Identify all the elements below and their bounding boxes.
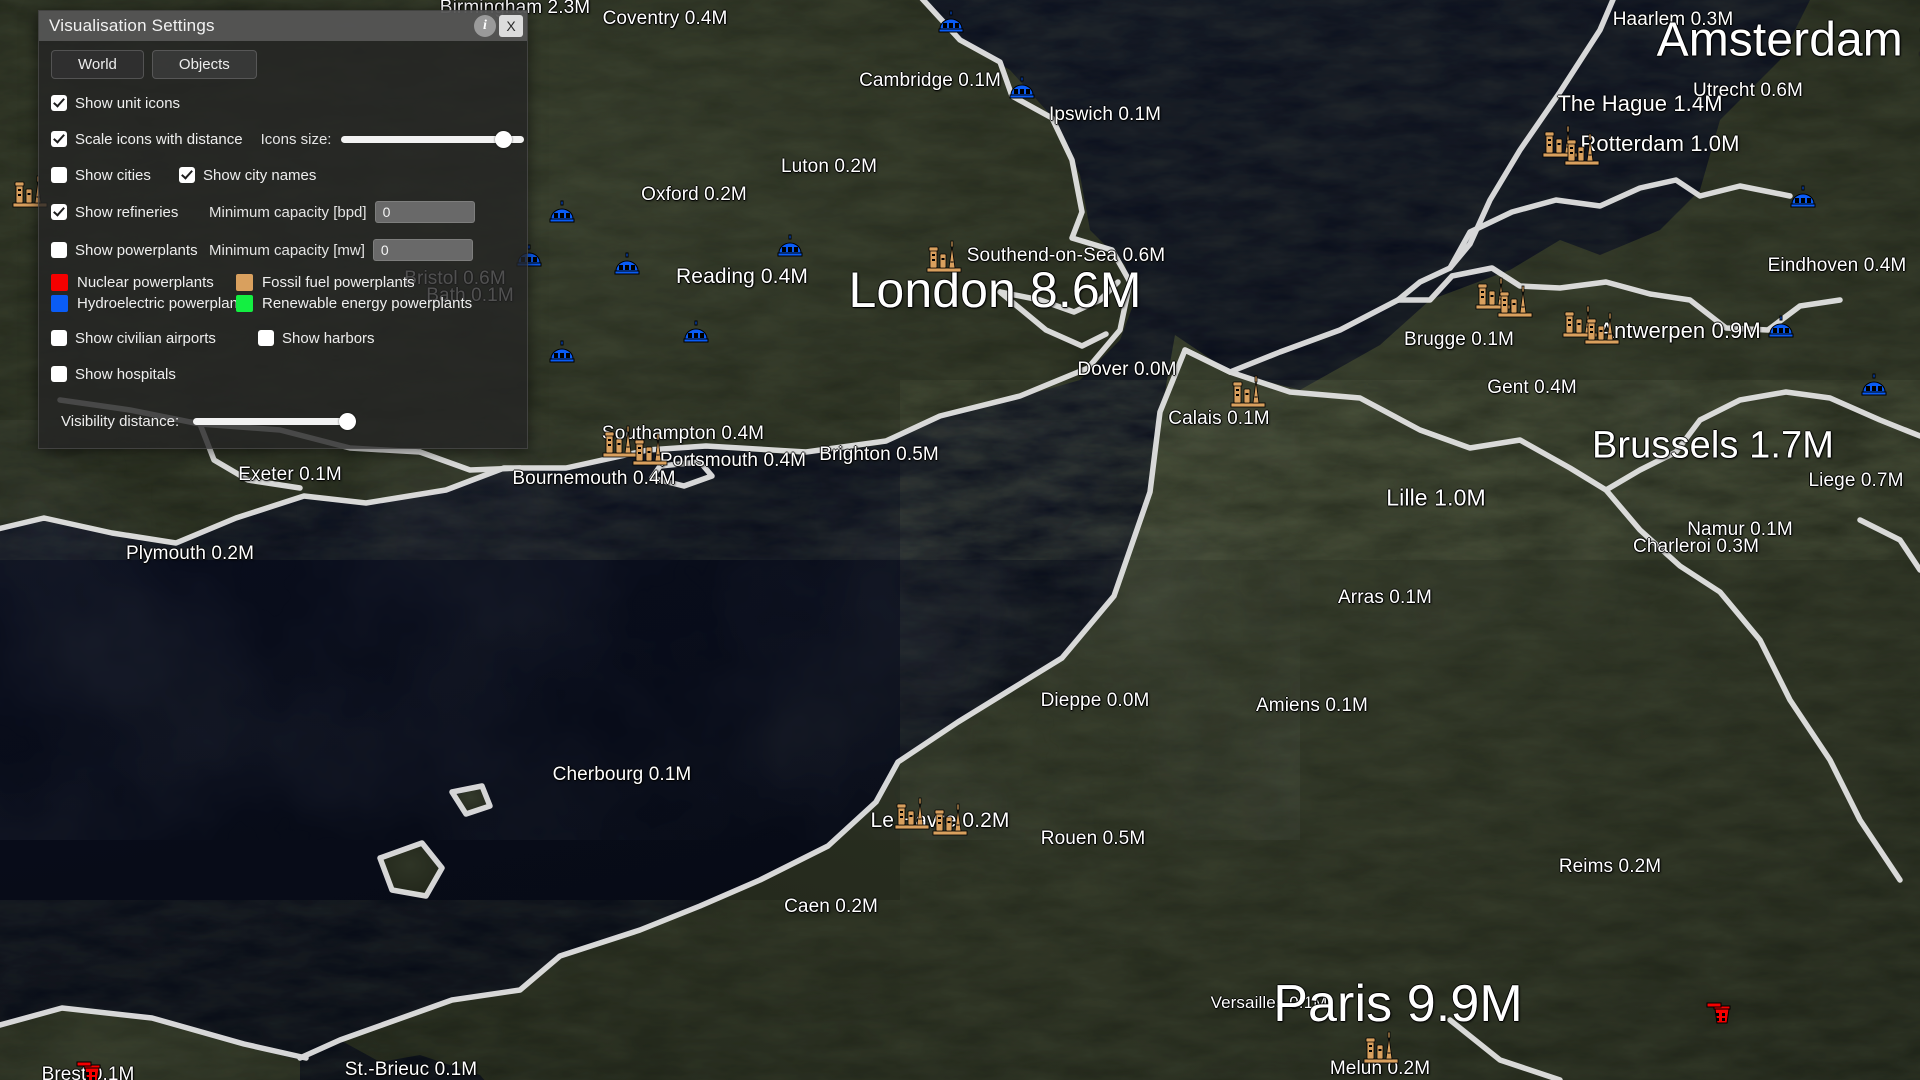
visibility-distance-slider[interactable] — [193, 412, 356, 430]
checkbox-label: Show civilian airports — [75, 329, 216, 347]
hydro-icon[interactable] — [1860, 372, 1888, 398]
row-cities: Show cities Show city names — [51, 165, 515, 185]
checkbox-show-hospitals[interactable]: Show hospitals — [51, 366, 176, 383]
checkbox-label: Show cities — [75, 166, 151, 184]
legend-label: Hydroelectric powerplants — [77, 295, 250, 312]
refinery-icon[interactable] — [1358, 1023, 1404, 1069]
row-scale-icons: Scale icons with distance Icons size: — [51, 129, 525, 149]
checkbox-show-city-names[interactable]: Show city names — [179, 167, 316, 184]
powerplant-colour-legend: Nuclear powerplants Fossil fuel powerpla… — [51, 274, 515, 312]
refinery-icon[interactable] — [1559, 125, 1605, 171]
checkbox-label: Show powerplants — [75, 241, 198, 259]
checkbox-label: Show unit icons — [75, 94, 181, 112]
legend-label: Fossil fuel powerplants — [262, 274, 415, 291]
hydro-icon[interactable] — [682, 319, 710, 345]
panel-tabs[interactable]: World Objects — [39, 41, 527, 83]
checkbox-label: Scale icons with distance — [75, 130, 243, 148]
refinery-icon[interactable] — [1225, 367, 1271, 413]
row-hospitals: Show hospitals — [51, 364, 515, 384]
tab-world[interactable]: World — [51, 50, 144, 79]
legend-item-nuclear: Nuclear powerplants — [51, 274, 236, 291]
checkbox-box[interactable] — [179, 167, 195, 183]
refinery-icon[interactable] — [627, 425, 673, 471]
icons-size-slider[interactable] — [341, 130, 525, 148]
min-capacity-mw-input[interactable] — [372, 239, 473, 261]
hydro-icon[interactable] — [548, 339, 576, 365]
checkbox-show-unit-icons[interactable]: Show unit icons — [51, 95, 180, 112]
panel-titlebar[interactable]: Visualisation Settings i X — [39, 11, 527, 41]
checkbox-show-civilian-airports[interactable]: Show civilian airports — [51, 330, 258, 347]
checkbox-box[interactable] — [51, 95, 67, 111]
row-powerplants: Show powerplants Minimum capacity [mw] — [51, 239, 515, 261]
checkbox-box[interactable] — [51, 204, 67, 220]
hydro-icon[interactable] — [548, 199, 576, 225]
hydro-icon[interactable] — [1767, 314, 1795, 340]
panel-body: Show unit icons Scale icons with distanc… — [39, 83, 527, 448]
refinery-icon[interactable] — [1579, 304, 1625, 350]
colour-swatch — [51, 274, 68, 291]
refinery-icon[interactable] — [921, 232, 967, 278]
checkbox-box[interactable] — [51, 242, 67, 258]
checkbox-box[interactable] — [51, 167, 67, 183]
checkbox-box[interactable] — [258, 330, 274, 346]
info-icon[interactable]: i — [474, 15, 496, 37]
slider-track[interactable] — [193, 417, 354, 425]
visibility-distance-label: Visibility distance: — [61, 412, 180, 430]
colour-swatch — [51, 295, 68, 312]
min-capacity-bpd-label: Minimum capacity [bpd] — [209, 203, 367, 221]
row-show-unit-icons: Show unit icons — [51, 93, 515, 113]
checkbox-show-powerplants[interactable]: Show powerplants — [51, 242, 209, 259]
nuclear-icon[interactable] — [1705, 997, 1739, 1027]
checkbox-scale-icons-with-distance[interactable]: Scale icons with distance — [51, 131, 243, 148]
checkbox-label: Show harbors — [282, 329, 375, 347]
row-airports-harbors: Show civilian airports Show harbors — [51, 328, 515, 348]
refinery-icon[interactable] — [1492, 277, 1538, 323]
checkbox-label: Show hospitals — [75, 365, 176, 383]
slider-knob[interactable] — [338, 412, 356, 430]
checkbox-box[interactable] — [51, 330, 67, 346]
legend-item-hydroelectric: Hydroelectric powerplants — [51, 295, 250, 312]
checkbox-box[interactable] — [51, 366, 67, 382]
checkbox-show-cities[interactable]: Show cities — [51, 167, 179, 184]
legend-label: Nuclear powerplants — [77, 274, 214, 291]
legend-item-fossil-fuel: Fossil fuel powerplants — [236, 274, 515, 291]
slider-knob[interactable] — [494, 130, 512, 148]
close-icon[interactable]: X — [499, 15, 523, 37]
row-visibility-distance: Visibility distance: — [51, 412, 515, 430]
hydro-icon[interactable] — [937, 9, 965, 35]
colour-swatch — [236, 295, 253, 312]
visualisation-settings-panel[interactable]: Visualisation Settings i X World Objects… — [38, 10, 528, 449]
min-capacity-mw-label: Minimum capacity [mw] — [209, 241, 365, 259]
row-refineries: Show refineries Minimum capacity [bpd] — [51, 201, 515, 223]
colour-swatch — [236, 274, 253, 291]
hydro-icon[interactable] — [1789, 184, 1817, 210]
checkbox-show-harbors[interactable]: Show harbors — [258, 330, 375, 347]
nuclear-icon[interactable] — [75, 1056, 109, 1080]
panel-title: Visualisation Settings — [49, 16, 215, 35]
checkbox-label: Show city names — [203, 166, 317, 184]
hydro-icon[interactable] — [776, 233, 804, 259]
checkbox-show-refineries[interactable]: Show refineries — [51, 204, 191, 221]
tab-objects[interactable]: Objects — [151, 50, 257, 79]
refinery-icon[interactable] — [927, 795, 973, 841]
legend-label: Renewable energy powerplants — [262, 295, 473, 312]
map-application: Birmingham 2.3M Coventry 0.4M Haarlem 0.3M… — [0, 0, 1920, 1080]
icons-size-label: Icons size: — [260, 130, 332, 148]
legend-item-renewable: Renewable energy powerplants — [236, 295, 515, 312]
checkbox-label: Show refineries — [75, 203, 179, 221]
hydro-icon[interactable] — [1008, 75, 1036, 101]
checkbox-box[interactable] — [51, 131, 67, 147]
min-capacity-bpd-input[interactable] — [374, 201, 475, 223]
hydro-icon[interactable] — [613, 251, 641, 277]
